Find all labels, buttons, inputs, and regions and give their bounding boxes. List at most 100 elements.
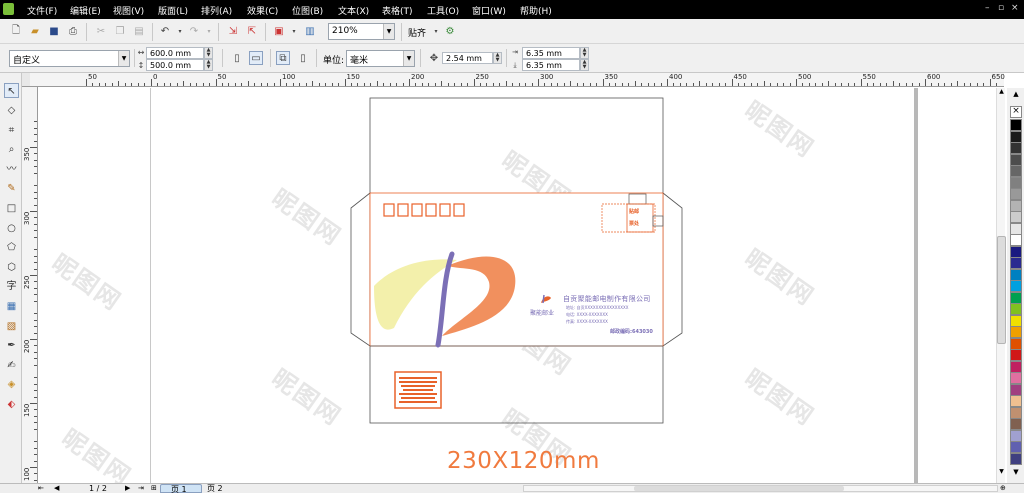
nudge-distance-field[interactable]: 2.54 mm — [442, 52, 493, 64]
menu-window[interactable]: 窗口(W) — [472, 4, 506, 17]
app-launcher-icon[interactable]: ▣ — [272, 24, 286, 38]
first-page-icon[interactable]: ⇤ — [38, 484, 44, 492]
menu-bitmaps[interactable]: 位图(B) — [292, 4, 323, 17]
color-swatch[interactable] — [1010, 418, 1022, 430]
color-swatch[interactable] — [1010, 176, 1022, 189]
color-swatch[interactable] — [1010, 268, 1022, 281]
zoom-tool-icon[interactable]: ⌕ — [4, 142, 19, 157]
save-icon[interactable]: ■ — [47, 24, 61, 38]
polygon-tool-icon[interactable]: ⬠ — [4, 240, 19, 255]
color-swatch[interactable] — [1010, 395, 1022, 407]
color-swatch[interactable] — [1010, 199, 1022, 212]
menu-layout[interactable]: 版面(L) — [158, 4, 188, 17]
color-swatch[interactable] — [1010, 234, 1022, 246]
color-swatch[interactable] — [1010, 303, 1022, 315]
snap-to-label[interactable]: 贴齐 — [408, 26, 426, 39]
duplicate-y-field[interactable]: 6.35 mm — [522, 59, 580, 71]
envelope-dieline[interactable] — [39, 88, 1004, 483]
palette-scroll-down-icon[interactable]: ▼ — [1010, 468, 1022, 476]
horizontal-ruler[interactable]: 50 0 50 100 150 200 250 300 350 400 450 500 550 600 65… — [30, 73, 1005, 87]
interactive-fill-icon[interactable]: ⬖ — [4, 397, 19, 412]
welcome-screen-icon[interactable]: ▥ — [303, 24, 317, 38]
color-swatch[interactable] — [1010, 119, 1022, 131]
crop-tool-icon[interactable]: ⌗ — [4, 123, 19, 138]
pick-tool-icon[interactable]: ↖ — [4, 83, 19, 98]
basic-shapes-icon[interactable]: ⬡ — [4, 260, 19, 275]
open-folder-icon[interactable]: ▰ — [28, 24, 42, 38]
close-icon[interactable]: × — [1011, 3, 1019, 13]
undo-icon[interactable]: ↶ — [158, 24, 172, 38]
scroll-down-icon[interactable]: ▼ — [998, 468, 1005, 476]
ellipse-tool-icon[interactable]: ○ — [4, 221, 19, 236]
palette-scroll-up-icon[interactable]: ▲ — [1010, 90, 1022, 98]
new-document-icon[interactable]: 🗋 — [9, 24, 23, 38]
smart-fill-icon[interactable]: ✎ — [4, 181, 19, 196]
color-swatch[interactable] — [1010, 441, 1022, 453]
redo-dropdown-icon[interactable]: ▾ — [202, 24, 216, 38]
next-page-icon[interactable]: ▶ — [125, 484, 130, 492]
vertical-ruler[interactable]: 350 300 250 200 150 100 — [22, 87, 38, 483]
menu-effects[interactable]: 效果(C) — [247, 4, 278, 17]
color-swatch[interactable] — [1010, 429, 1022, 442]
undo-dropdown-icon[interactable]: ▾ — [173, 24, 187, 38]
color-swatch[interactable] — [1010, 245, 1022, 258]
page-preset-select[interactable]: 自定义 ▼ — [9, 50, 130, 67]
color-swatch[interactable] — [1010, 280, 1022, 292]
menu-edit[interactable]: 编辑(E) — [70, 4, 101, 17]
rectangle-tool-icon[interactable]: □ — [4, 201, 19, 216]
color-swatch[interactable] — [1010, 153, 1022, 166]
page-width-spinner[interactable]: ▲ ▼ — [204, 47, 213, 59]
color-swatch[interactable] — [1010, 314, 1022, 327]
add-page-icon[interactable]: ⊞ — [151, 484, 157, 492]
interactive-tool-icon[interactable]: ▧ — [4, 319, 19, 334]
cut-icon[interactable]: ✂ — [94, 24, 108, 38]
menu-tools[interactable]: 工具(O) — [427, 4, 459, 17]
shape-tool-icon[interactable]: ◇ — [4, 103, 19, 118]
horizontal-scroll-thumb[interactable] — [634, 486, 844, 491]
menu-arrange[interactable]: 排列(A) — [201, 4, 232, 17]
paste-icon[interactable]: ▤ — [132, 24, 146, 38]
zoom-level-select[interactable]: 210% ▼ — [328, 23, 395, 40]
import-icon[interactable]: ⇲ — [226, 24, 240, 38]
nudge-spinner[interactable]: ▲ ▼ — [493, 52, 502, 64]
color-swatch[interactable] — [1010, 211, 1022, 223]
color-swatch[interactable] — [1010, 406, 1022, 419]
landscape-icon[interactable]: ▭ — [249, 51, 263, 65]
drawing-canvas[interactable]: 昵图网 昵图网 昵图网 昵图网 昵图网 昵图网 昵图网 昵图网 昵图网 昵图网 — [39, 88, 1004, 483]
color-swatch[interactable] — [1010, 452, 1022, 465]
menu-text[interactable]: 文本(X) — [338, 4, 369, 17]
outline-tool-icon[interactable]: ✍ — [4, 358, 19, 373]
current-page-icon[interactable]: ▯ — [296, 51, 310, 65]
snap-dropdown-icon[interactable]: ▾ — [429, 24, 443, 38]
horizontal-scrollbar[interactable] — [523, 485, 998, 492]
units-select[interactable]: 毫米 ▼ — [346, 50, 415, 67]
redo-icon[interactable]: ↷ — [187, 24, 201, 38]
color-swatch[interactable] — [1010, 291, 1022, 304]
table-tool-icon[interactable]: ▦ — [4, 299, 19, 314]
color-swatch[interactable] — [1010, 360, 1022, 373]
text-tool-icon[interactable]: 字 — [4, 279, 19, 294]
portrait-icon[interactable]: ▯ — [230, 51, 244, 65]
all-pages-icon[interactable]: ⧉ — [276, 51, 290, 65]
restore-icon[interactable]: ▫ — [998, 3, 1004, 13]
color-swatch[interactable] — [1010, 337, 1022, 350]
print-icon[interactable]: ⎙ — [66, 24, 80, 38]
export-icon[interactable]: ⇱ — [245, 24, 259, 38]
copy-icon[interactable]: ❐ — [113, 24, 127, 38]
page-tab-1[interactable]: 页 1 — [160, 484, 202, 494]
menu-view[interactable]: 视图(V) — [113, 4, 144, 17]
color-swatch[interactable] — [1010, 188, 1022, 200]
color-swatch[interactable] — [1010, 349, 1022, 361]
scroll-up-icon[interactable]: ▲ — [998, 88, 1005, 96]
no-color-swatch[interactable]: × — [1010, 106, 1022, 118]
color-swatch[interactable] — [1010, 326, 1022, 338]
vertical-scroll-thumb[interactable] — [997, 236, 1006, 344]
duplicate-x-spinner[interactable]: ▲ ▼ — [580, 47, 589, 59]
app-launcher-dropdown-icon[interactable]: ▾ — [287, 24, 301, 38]
color-swatch[interactable] — [1010, 222, 1022, 235]
menu-help[interactable]: 帮助(H) — [520, 4, 552, 17]
page-height-field[interactable]: 500.0 mm — [146, 59, 204, 71]
page-width-field[interactable]: 600.0 mm — [146, 47, 204, 59]
color-swatch[interactable] — [1010, 130, 1022, 143]
color-swatch[interactable] — [1010, 257, 1022, 269]
